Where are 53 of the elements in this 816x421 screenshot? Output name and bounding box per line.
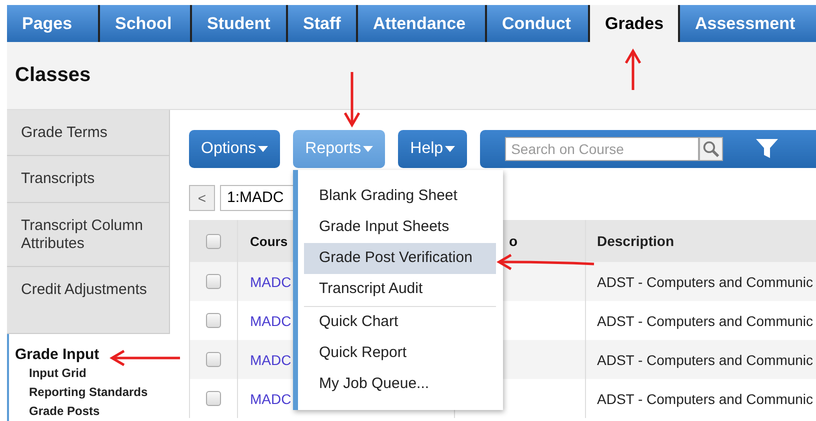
menu-item[interactable]: My Job Queue... [304,369,496,400]
course-link[interactable]: MADC [250,390,292,406]
previous-button[interactable]: < [189,185,215,211]
search-field[interactable]: Search on Course [505,137,700,161]
search-icon [702,140,720,158]
row-checkbox[interactable] [206,274,221,289]
caret-icon [258,146,268,152]
menu-item[interactable]: Grade Post Verification [304,243,496,274]
caret-icon [363,146,374,152]
menu-item[interactable]: Transcript Audit [304,274,496,305]
course-link[interactable]: MADC [250,352,292,368]
filter-icon[interactable] [755,138,780,160]
course-link[interactable]: MADC [250,312,292,328]
sidebar-item[interactable]: Credit Adjustments [7,267,170,334]
sidebar-current-item[interactable]: Grade Input [15,346,170,364]
menu-item[interactable]: Quick Chart [304,307,496,338]
nav-tab[interactable]: Pages [7,5,100,42]
table-cell: ADST - Computers and Communic [597,312,814,328]
column-header[interactable]: o [509,233,518,249]
menu-item[interactable]: Quick Report [304,338,496,369]
table-cell: ADST - Computers and Communic [597,274,814,290]
menu-item[interactable]: Grade Input Sheets [304,212,496,243]
table-cell: ADST - Computers and Communic [597,352,814,368]
nav-tab[interactable]: Assessment [680,5,816,42]
annotation-arrow [110,350,180,366]
sidebar-item[interactable]: Transcript Column Attributes [7,202,170,268]
nav-tab[interactable]: Staff [288,5,358,42]
course-link[interactable]: MADC [250,274,292,290]
row-checkbox[interactable] [206,391,221,406]
sidebar-subitem[interactable]: Reporting Standards [15,383,170,402]
page-title: Classes [15,64,91,87]
column-header[interactable]: Description [597,233,674,249]
nav-tab[interactable]: School [100,5,192,42]
row-checkbox[interactable] [206,352,221,367]
column-header[interactable]: Cours [250,234,288,248]
caret-icon [445,146,456,152]
row-checkbox[interactable] [206,313,221,328]
nav-tab[interactable]: Grades [590,5,680,42]
sidebar-item[interactable]: Transcripts [7,156,170,203]
sidebar-subitem[interactable]: Grade Posts [15,402,170,421]
toolbar-button[interactable]: Options [189,130,280,168]
menu-item[interactable]: Blank Grading Sheet [304,181,496,212]
annotation-arrow [344,72,360,128]
sidebar-subitem[interactable]: Input Grid [15,364,170,384]
table-cell: ADST - Computers and Communic [597,390,814,406]
search-button[interactable] [699,137,724,161]
sidebar-item[interactable]: Grade Terms [7,110,170,156]
nav-tab[interactable]: Attendance [358,5,487,42]
nav-tab[interactable]: Student [192,5,288,42]
select-all-checkbox[interactable] [206,234,221,248]
nav-tab[interactable]: Conduct [487,5,590,42]
annotation-arrow [624,48,642,90]
toolbar-button[interactable]: Help [398,130,468,168]
